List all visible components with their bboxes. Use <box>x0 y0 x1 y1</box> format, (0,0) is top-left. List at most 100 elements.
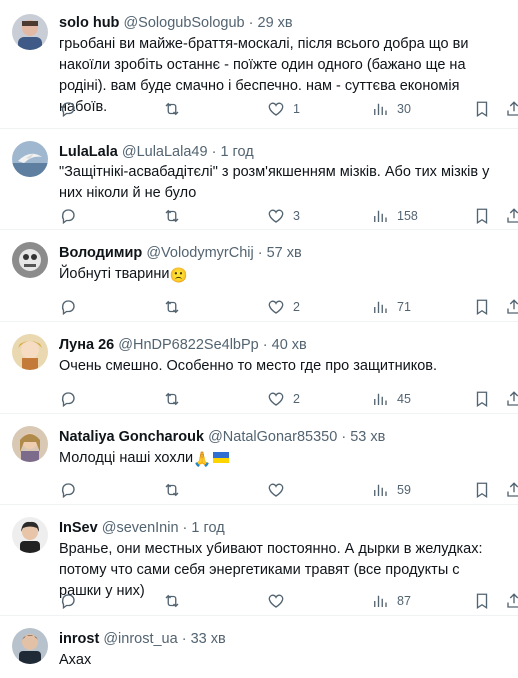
like-button[interactable] <box>267 591 293 611</box>
avatar[interactable] <box>12 426 48 462</box>
display-name[interactable]: Володимир <box>59 245 142 261</box>
like-button[interactable] <box>267 480 293 500</box>
like-button[interactable]: 2 <box>267 389 300 409</box>
user-handle[interactable]: @sevenInin <box>102 520 179 536</box>
views-button[interactable]: 30 <box>371 99 411 119</box>
like-button[interactable]: 2 <box>267 297 300 317</box>
reply-button[interactable] <box>59 480 85 500</box>
timestamp[interactable]: 53 хв <box>350 429 385 445</box>
display-name[interactable]: LulaLala <box>59 144 118 160</box>
views-button[interactable]: 158 <box>371 206 418 226</box>
display-name[interactable]: solo hub <box>59 15 119 31</box>
bookmark-button[interactable] <box>473 99 491 119</box>
timestamp[interactable]: 40 хв <box>272 337 307 353</box>
reply-button[interactable] <box>59 297 85 317</box>
share-icon <box>507 391 518 406</box>
reply-tweet[interactable]: InSev @sevenInin · 1 год Вранье, они мес… <box>0 505 518 616</box>
retweet-button[interactable] <box>163 591 189 611</box>
reply-tweet[interactable]: LulaLala @LulaLala49 · 1 год "Защітнікі-… <box>0 129 518 230</box>
share-button[interactable] <box>505 206 518 226</box>
share-icon <box>507 482 518 497</box>
bookmark-button[interactable] <box>473 206 491 226</box>
separator-dot: · <box>341 429 347 445</box>
views-button[interactable]: 45 <box>371 389 411 409</box>
user-handle[interactable]: @LulaLala49 <box>122 144 208 160</box>
tweet-header: Луна 26 @HnDP6822Se4lbPp · 40 хв <box>59 335 508 355</box>
reply-button[interactable] <box>59 389 85 409</box>
retweet-button[interactable] <box>163 206 189 226</box>
share-button[interactable] <box>505 99 518 119</box>
avatar[interactable] <box>12 242 48 278</box>
retweet-button[interactable] <box>163 389 189 409</box>
share-button[interactable] <box>505 297 518 317</box>
timestamp[interactable]: 57 хв <box>267 245 302 261</box>
bookmark-icon <box>476 299 488 316</box>
reply-tweet[interactable]: solo hub @SologubSologub · 29 хв грьобан… <box>0 0 518 129</box>
reply-icon <box>61 300 75 316</box>
views-button[interactable]: 87 <box>371 591 411 611</box>
reply-button[interactable] <box>59 591 85 611</box>
retweet-button[interactable] <box>163 297 189 317</box>
like-icon <box>268 209 284 223</box>
retweet-button[interactable] <box>163 99 189 119</box>
user-handle[interactable]: @SologubSologub <box>123 15 244 31</box>
reply-tweet[interactable]: Володимир @VolodymyrChij · 57 хв Йобнуті… <box>0 230 518 322</box>
ukraine-flag-emoji <box>213 452 230 463</box>
user-handle[interactable]: @inrost_ua <box>103 631 177 647</box>
views-count: 59 <box>397 483 411 497</box>
user-handle[interactable]: @NatalGonar85350 <box>208 429 337 445</box>
views-icon <box>374 210 387 222</box>
bookmark-icon <box>476 482 488 499</box>
views-button[interactable]: 71 <box>371 297 411 317</box>
display-name[interactable]: inrost <box>59 631 99 647</box>
bookmark-button[interactable] <box>473 297 491 317</box>
share-button[interactable] <box>505 480 518 500</box>
bookmark-button[interactable] <box>473 389 491 409</box>
reply-button[interactable] <box>59 99 85 119</box>
separator-dot: · <box>262 337 268 353</box>
bookmark-button[interactable] <box>473 591 491 611</box>
avatar[interactable] <box>12 14 48 50</box>
reply-icon <box>61 594 75 610</box>
views-button[interactable]: 59 <box>371 480 411 500</box>
display-name[interactable]: InSev <box>59 520 98 536</box>
avatar[interactable] <box>12 628 48 664</box>
user-handle[interactable]: @VolodymyrChij <box>146 245 253 261</box>
retweet-icon <box>165 594 179 608</box>
user-handle[interactable]: @HnDP6822Se4lbPp <box>118 337 258 353</box>
timestamp[interactable]: 1 год <box>220 144 253 160</box>
views-count: 30 <box>397 102 411 116</box>
avatar[interactable] <box>12 141 48 177</box>
share-button[interactable] <box>505 389 518 409</box>
reply-tweet[interactable]: Луна 26 @HnDP6822Se4lbPp · 40 хв Очень с… <box>0 322 518 414</box>
reply-tweet[interactable]: inrost @inrost_ua · 33 хв Axax <box>0 616 518 678</box>
bookmark-icon <box>476 208 488 225</box>
retweet-icon <box>165 102 179 116</box>
like-button[interactable]: 1 <box>267 99 300 119</box>
share-icon <box>507 299 518 314</box>
timestamp[interactable]: 1 год <box>191 520 224 536</box>
bookmark-icon <box>476 593 488 610</box>
views-icon <box>374 595 387 607</box>
views-count: 87 <box>397 594 411 608</box>
tweet-header: InSev @sevenInin · 1 год <box>59 518 508 538</box>
display-name[interactable]: Луна 26 <box>59 337 114 353</box>
avatar[interactable] <box>12 517 48 553</box>
separator-dot: · <box>181 631 187 647</box>
timestamp[interactable]: 29 хв <box>258 15 293 31</box>
share-button[interactable] <box>505 591 518 611</box>
like-count: 1 <box>293 102 300 116</box>
reply-tweet[interactable]: Nataliya Goncharouk @NatalGonar85350 · 5… <box>0 414 518 505</box>
timestamp[interactable]: 33 хв <box>191 631 226 647</box>
reply-icon <box>61 392 75 408</box>
like-icon <box>268 483 284 497</box>
avatar[interactable] <box>12 334 48 370</box>
like-button[interactable]: 3 <box>267 206 300 226</box>
like-count: 2 <box>293 300 300 314</box>
reply-button[interactable] <box>59 206 85 226</box>
bookmark-button[interactable] <box>473 480 491 500</box>
retweet-button[interactable] <box>163 480 189 500</box>
like-icon <box>268 392 284 406</box>
views-count: 158 <box>397 209 418 223</box>
display-name[interactable]: Nataliya Goncharouk <box>59 429 204 445</box>
